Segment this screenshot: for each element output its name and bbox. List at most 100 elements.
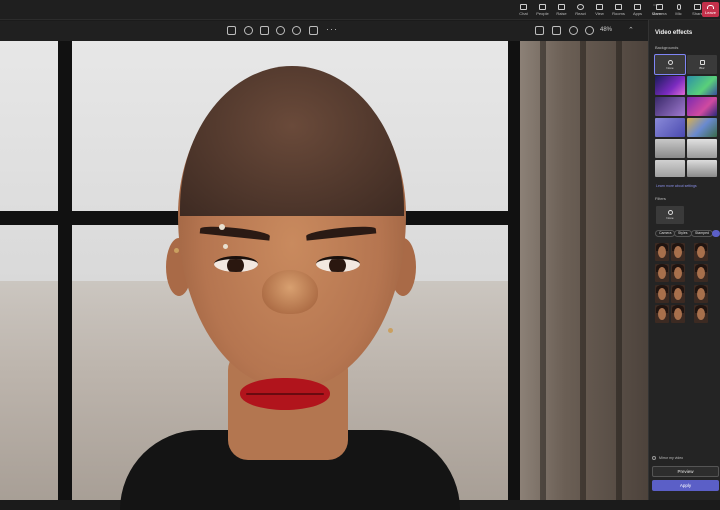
background-thumbnail[interactable] <box>687 118 717 137</box>
person-left-iris <box>227 259 244 272</box>
leave-button[interactable]: Leave <box>702 2 719 17</box>
meeting-controls: Chat People Raise React View Rooms Apps … <box>514 0 666 20</box>
zoom-level: 48% <box>600 27 613 33</box>
background-thumbnail[interactable] <box>655 97 685 116</box>
mic-icon <box>676 4 681 10</box>
rotate-icon[interactable] <box>244 26 253 35</box>
background-thumbnail[interactable] <box>655 76 685 95</box>
filter-thumbnail[interactable] <box>671 305 685 323</box>
zoom-out-icon[interactable] <box>569 26 578 35</box>
background-blur-tile[interactable]: Blur <box>687 55 717 74</box>
raise-hand-button[interactable]: Raise <box>552 0 571 20</box>
thumb-face <box>697 246 705 258</box>
react-icon <box>577 4 584 10</box>
brow-piercing <box>219 224 225 230</box>
view-icon <box>596 4 603 10</box>
background-thumbnail[interactable] <box>687 160 717 177</box>
crop-icon[interactable] <box>309 26 318 35</box>
mirror-video-toggle[interactable]: Mirror my video <box>652 456 683 460</box>
wall-texture <box>540 41 546 500</box>
filter-thumbnail[interactable] <box>655 243 669 261</box>
filter-chip-styles[interactable]: Styles <box>674 230 692 237</box>
learn-more-link[interactable]: Learn more about settings <box>656 184 697 188</box>
person-right-iris <box>329 259 346 272</box>
thumb-face <box>697 267 705 279</box>
react-button[interactable]: React <box>571 0 590 20</box>
preview-button[interactable]: Preview <box>652 466 719 477</box>
person-nose <box>262 270 318 314</box>
background-none-tile[interactable]: None <box>654 54 686 75</box>
earring <box>388 328 393 333</box>
filters-label: Filters <box>655 196 666 201</box>
filter-thumbnail[interactable] <box>671 285 685 303</box>
people-icon <box>539 4 546 10</box>
apps-icon <box>634 4 641 10</box>
earring <box>174 248 179 253</box>
thumb-face <box>658 246 666 258</box>
camera-icon <box>656 4 663 10</box>
panel-title: Video effects <box>655 30 693 36</box>
edit-icon[interactable] <box>227 26 236 35</box>
rooms-button[interactable]: Rooms <box>609 0 628 20</box>
rooms-icon <box>615 4 622 10</box>
thumb-face <box>674 288 682 300</box>
share-icon <box>694 4 701 10</box>
mic-button[interactable]: Mic <box>669 0 688 20</box>
thumb-face <box>697 308 705 320</box>
thumb-face <box>674 308 682 320</box>
wall <box>520 41 648 500</box>
filter-thumbnail[interactable] <box>655 305 669 323</box>
image-toolbar: ··· 48% ⌃ <box>0 21 648 41</box>
filter-thumbnail[interactable] <box>655 264 669 282</box>
window-mullion <box>58 41 72 500</box>
background-thumbnail[interactable] <box>655 139 685 158</box>
media-controls: Camera Mic Share <box>650 0 707 20</box>
camera-button[interactable]: Camera <box>650 0 669 20</box>
background-thumbnail[interactable] <box>655 118 685 137</box>
thumb-face <box>674 267 682 279</box>
chevron-up-icon[interactable]: ⌃ <box>628 26 634 34</box>
brow-piercing <box>223 244 228 249</box>
wall-texture <box>616 41 622 500</box>
view-button[interactable]: View <box>590 0 609 20</box>
zoom-in-icon[interactable] <box>585 26 594 35</box>
raise-hand-icon <box>558 4 565 10</box>
mirror-checkbox[interactable] <box>652 456 656 460</box>
filter-thumbnail[interactable] <box>694 285 708 303</box>
background-thumbnail[interactable] <box>687 97 717 116</box>
backgrounds-label: Backgrounds <box>655 45 679 50</box>
fit-icon[interactable] <box>552 26 561 35</box>
filter-thumbnail[interactable] <box>655 285 669 303</box>
chat-button[interactable]: Chat <box>514 0 533 20</box>
background-thumbnail[interactable] <box>655 160 685 177</box>
delete-icon[interactable] <box>260 26 269 35</box>
meeting-top-bar: Chat People Raise React View Rooms Apps … <box>0 0 720 20</box>
person-lip-line <box>246 393 324 395</box>
expand-icon[interactable] <box>535 26 544 35</box>
background-thumbnail[interactable] <box>687 139 717 158</box>
phone-hangup-icon <box>707 4 714 9</box>
filter-thumbnail[interactable] <box>671 264 685 282</box>
info-icon[interactable] <box>292 26 301 35</box>
filter-chip-stamped[interactable]: Stamped <box>691 230 714 237</box>
filter-chip-camera[interactable]: Camera <box>655 230 676 237</box>
filter-thumbnail[interactable] <box>671 243 685 261</box>
people-button[interactable]: People <box>533 0 552 20</box>
filter-thumbnail[interactable] <box>694 264 708 282</box>
filter-thumbnail[interactable] <box>694 243 708 261</box>
filter-chip-selected[interactable] <box>712 230 720 237</box>
heart-icon[interactable] <box>276 26 285 35</box>
filter-none-tile[interactable]: None <box>656 206 684 224</box>
background-thumbnail[interactable] <box>687 76 717 95</box>
person-right-eye <box>316 256 360 272</box>
blur-icon <box>699 59 705 65</box>
no-effect-icon <box>667 59 673 65</box>
more-options-icon[interactable]: ··· <box>326 24 338 34</box>
no-filter-icon <box>667 210 673 215</box>
filter-thumbnail[interactable] <box>694 305 708 323</box>
apply-button[interactable]: Apply <box>652 480 719 491</box>
apps-button[interactable]: Apps <box>628 0 647 20</box>
thumb-face <box>658 288 666 300</box>
thumb-face <box>658 308 666 320</box>
thumb-face <box>697 288 705 300</box>
